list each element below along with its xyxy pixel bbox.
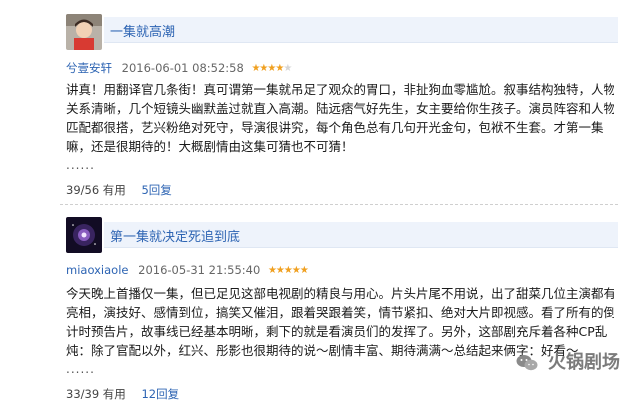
avatar[interactable] xyxy=(66,217,102,253)
star-filled-icon: ★ xyxy=(267,265,277,276)
review-title-bar: 一集就高潮 xyxy=(104,17,618,43)
review-line: 亮相，演技好、感情到位，搞笑又催泪，跟着哭跟着笑，情节紧扣、绝对大片即视感。看了… xyxy=(66,305,614,320)
useful-count[interactable]: 33/39 有用 xyxy=(66,387,126,401)
star-empty-icon: ★ xyxy=(283,63,292,74)
review-title-bar: 第一集就决定死追到底 xyxy=(104,222,618,248)
review-title[interactable]: 一集就高潮 xyxy=(110,21,175,40)
watermark: 火锅剧场 xyxy=(516,348,620,374)
review-meta: miaoxiaole 2016-05-31 21:55:40 ★★★★★ xyxy=(66,263,309,277)
review-line: 匹配都很搭，艺兴粉绝对死守，导演很讲究，每个角色总有几句开光金句，包袱不生套。才… xyxy=(66,120,604,135)
avatar-image xyxy=(66,14,102,50)
rating-stars: ★★★★★ xyxy=(251,63,292,74)
star-filled-icon: ★ xyxy=(283,265,293,276)
divider xyxy=(60,204,618,205)
review-line: 今天晚上首播仅一集，但已足见这部电视剧的精良与用心。片头片尾不用说，出了甜菜几位… xyxy=(66,286,614,301)
review-date: 2016-06-01 08:52:58 xyxy=(121,61,244,75)
useful-count[interactable]: 39/56 有用 xyxy=(66,183,126,197)
review-date: 2016-05-31 21:55:40 xyxy=(138,263,261,277)
avatar-image xyxy=(66,217,102,253)
review-title[interactable]: 第一集就决定死追到底 xyxy=(110,226,240,245)
review-line: 讲真！用翻译官几条街！真可谓第一集就吊足了观众的胃口，非扯狗血零尴尬。叙事结构独… xyxy=(66,82,614,97)
review-line: 计时预告片，故事线已经基本明晰，剩下的就是看演员们的发挥了。另外，这部剧充斥着各… xyxy=(66,324,608,339)
reply-link[interactable]: 5回复 xyxy=(141,183,171,197)
review-username[interactable]: miaoxiaole xyxy=(66,263,128,277)
watermark-text: 火锅剧场 xyxy=(548,352,620,373)
expand-ellipsis[interactable]: ...... xyxy=(66,158,95,172)
expand-ellipsis[interactable]: ...... xyxy=(66,362,95,376)
review-line: 嘛，还是很期待的！大概剧情由这集可猜也不可猜！ xyxy=(66,139,354,154)
review-footer: 33/39 有用 12回复 xyxy=(66,386,179,402)
review-meta: 兮壹安轩 2016-06-01 08:52:58 ★★★★★ xyxy=(66,60,292,76)
review-username[interactable]: 兮壹安轩 xyxy=(66,61,112,75)
rating-stars: ★★★★★ xyxy=(267,265,309,276)
star-filled-icon: ★ xyxy=(291,265,301,276)
review-footer: 39/56 有用 5回复 xyxy=(66,182,172,198)
avatar[interactable] xyxy=(66,14,102,50)
review-line: 关系清晰，几个短镜头幽默盖过就直入高潮。陆远痞气好先生，女主要给你生孩子。演员阵… xyxy=(66,101,614,116)
star-filled-icon: ★ xyxy=(299,265,309,276)
wechat-icon xyxy=(516,355,538,371)
star-filled-icon: ★ xyxy=(275,265,285,276)
review-body: 讲真！用翻译官几条街！真可谓第一集就吊足了观众的胃口，非扯狗血零尴尬。叙事结构独… xyxy=(66,80,614,156)
reply-link[interactable]: 12回复 xyxy=(141,387,179,401)
